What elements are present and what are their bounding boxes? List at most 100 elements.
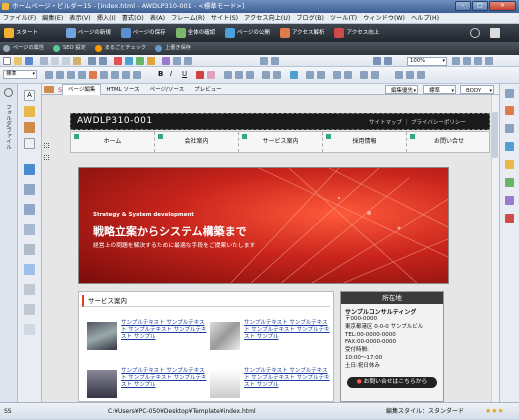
panel5-icon[interactable]	[505, 160, 514, 169]
service-image[interactable]	[210, 370, 240, 398]
print-icon[interactable]	[40, 57, 48, 65]
panel8-icon[interactable]	[505, 214, 514, 223]
hero-banner[interactable]: Strategy & System development 戦略立案からシステム…	[78, 167, 449, 284]
top-links[interactable]: サイトマップ ｜ プライバシーポリシー	[369, 118, 466, 126]
tool-icon[interactable]	[260, 57, 268, 65]
copy-icon[interactable]	[62, 57, 70, 65]
align-left-icon[interactable]	[224, 71, 232, 79]
menu-view[interactable]: 表示(V)	[66, 13, 93, 24]
underline-button[interactable]: U	[182, 70, 187, 78]
zoom-out-icon[interactable]	[384, 57, 392, 65]
view3-icon[interactable]	[474, 57, 482, 65]
indent-icon[interactable]	[67, 71, 75, 79]
align-center-icon[interactable]	[235, 71, 243, 79]
grid-icon[interactable]	[184, 57, 192, 65]
site-logo[interactable]: AWDLP310-001	[77, 116, 153, 126]
pencil-icon[interactable]	[24, 122, 35, 133]
misc2-icon[interactable]	[371, 71, 379, 79]
misc-icon[interactable]	[360, 71, 368, 79]
char-icon[interactable]	[306, 71, 314, 79]
nav-contact[interactable]: お問い合せ	[407, 132, 491, 152]
contact-button[interactable]: ● お問い合せはこちらから	[347, 377, 437, 388]
service-text[interactable]: サンプルテキスト サンプルテキスト サンプルテキスト サンプルテキスト サンプル	[244, 368, 330, 389]
line-icon[interactable]	[273, 71, 281, 79]
view2-icon[interactable]	[463, 57, 471, 65]
service-text[interactable]: サンプルテキスト サンプルテキスト サンプルテキスト サンプルテキスト サンプル	[121, 320, 207, 341]
bold-button[interactable]: B	[158, 70, 163, 78]
service-image[interactable]	[87, 370, 117, 398]
rule-icon[interactable]	[262, 71, 270, 79]
layout-icon[interactable]	[162, 57, 170, 65]
minimize-button[interactable]: –	[455, 1, 471, 11]
menu-edit[interactable]: 編集(E)	[39, 13, 66, 24]
menu-file[interactable]: ファイル(F)	[0, 13, 39, 24]
box-insert-icon[interactable]	[24, 284, 35, 295]
misc3-icon[interactable]	[395, 71, 403, 79]
settings-icon[interactable]	[490, 28, 500, 38]
save-page-button[interactable]: ページの保存	[117, 24, 170, 42]
preview-all-button[interactable]: 全体の確認	[172, 24, 220, 42]
start-button[interactable]: スタート	[0, 24, 42, 42]
list-icon[interactable]	[56, 71, 64, 79]
panel-toggle-icon[interactable]	[4, 88, 13, 97]
editor-canvas[interactable]: AWDLP310-001 サイトマップ ｜ プライバシーポリシー ホーム 会社案…	[42, 95, 499, 402]
nav-services[interactable]: サービス案内	[239, 132, 323, 152]
undo-icon[interactable]	[88, 57, 96, 65]
page-property-button[interactable]: ページの属性	[0, 42, 48, 55]
panel-icon[interactable]	[505, 89, 514, 98]
paste-icon[interactable]	[73, 57, 81, 65]
style-select[interactable]: 標準	[3, 70, 37, 79]
paint-icon[interactable]	[24, 106, 35, 117]
scrollbar-thumb[interactable]	[492, 112, 498, 158]
maximize-button[interactable]: □	[472, 1, 488, 11]
new-page-button[interactable]: ページの新規	[62, 24, 115, 42]
color-icon[interactable]	[89, 71, 97, 79]
table-icon[interactable]	[136, 57, 144, 65]
save-icon[interactable]	[25, 57, 33, 65]
note-icon[interactable]	[24, 138, 35, 149]
seo-button[interactable]: SEO 設定	[50, 42, 90, 55]
size-down-icon[interactable]	[133, 71, 141, 79]
tool2-icon[interactable]	[271, 57, 279, 65]
full-check-button[interactable]: まるごとチェック	[92, 42, 151, 55]
cut-icon[interactable]	[51, 57, 59, 65]
panel3-icon[interactable]	[505, 124, 514, 133]
access-analysis-button[interactable]: アクセス解析	[276, 24, 329, 42]
form-insert-icon[interactable]	[24, 224, 35, 235]
align-right-icon[interactable]	[246, 71, 254, 79]
table-insert-icon[interactable]	[24, 184, 35, 195]
size-up-icon[interactable]	[122, 71, 130, 79]
font-icon[interactable]	[111, 71, 119, 79]
new-icon[interactable]	[3, 57, 11, 65]
style-select-2[interactable]: 標準	[423, 85, 456, 97]
form-icon[interactable]	[147, 57, 155, 65]
redo-icon[interactable]	[99, 57, 107, 65]
menu-format[interactable]: 書式(O)	[119, 13, 147, 24]
folder-panel-tab[interactable]: フォルダ/ファイル	[0, 84, 18, 402]
overwrite-save-button[interactable]: 上書き保存	[152, 42, 195, 55]
service-image[interactable]	[87, 322, 117, 350]
menu-window[interactable]: ウィンドウ(W)	[360, 13, 408, 24]
panel4-icon[interactable]	[505, 142, 514, 151]
pos2-icon[interactable]	[344, 71, 352, 79]
nav-company[interactable]: 会社案内	[155, 132, 239, 152]
image-icon[interactable]	[114, 57, 122, 65]
view-icon[interactable]	[452, 57, 460, 65]
menu-frame[interactable]: フレーム(R)	[168, 13, 208, 24]
body-select[interactable]: BODY	[460, 85, 494, 97]
panel2-icon[interactable]	[505, 106, 514, 115]
service-text[interactable]: サンプルテキスト サンプルテキスト サンプルテキスト サンプルテキスト サンプル	[121, 368, 207, 389]
para-icon[interactable]	[45, 71, 53, 79]
menu-blog[interactable]: ブログ(B)	[293, 13, 327, 24]
misc4-icon[interactable]	[406, 71, 414, 79]
edit-priority-select[interactable]: 編集優先	[385, 85, 418, 97]
panel6-icon[interactable]	[505, 178, 514, 187]
link-icon[interactable]	[125, 57, 133, 65]
align-icon[interactable]	[173, 57, 181, 65]
widget-icon[interactable]	[24, 164, 35, 175]
calendar-insert-icon[interactable]	[24, 324, 35, 335]
nav-home[interactable]: ホーム	[71, 132, 155, 152]
highlight-icon[interactable]	[207, 71, 215, 79]
menu-help[interactable]: ヘルプ(H)	[408, 13, 442, 24]
grid-insert-icon[interactable]	[24, 304, 35, 315]
